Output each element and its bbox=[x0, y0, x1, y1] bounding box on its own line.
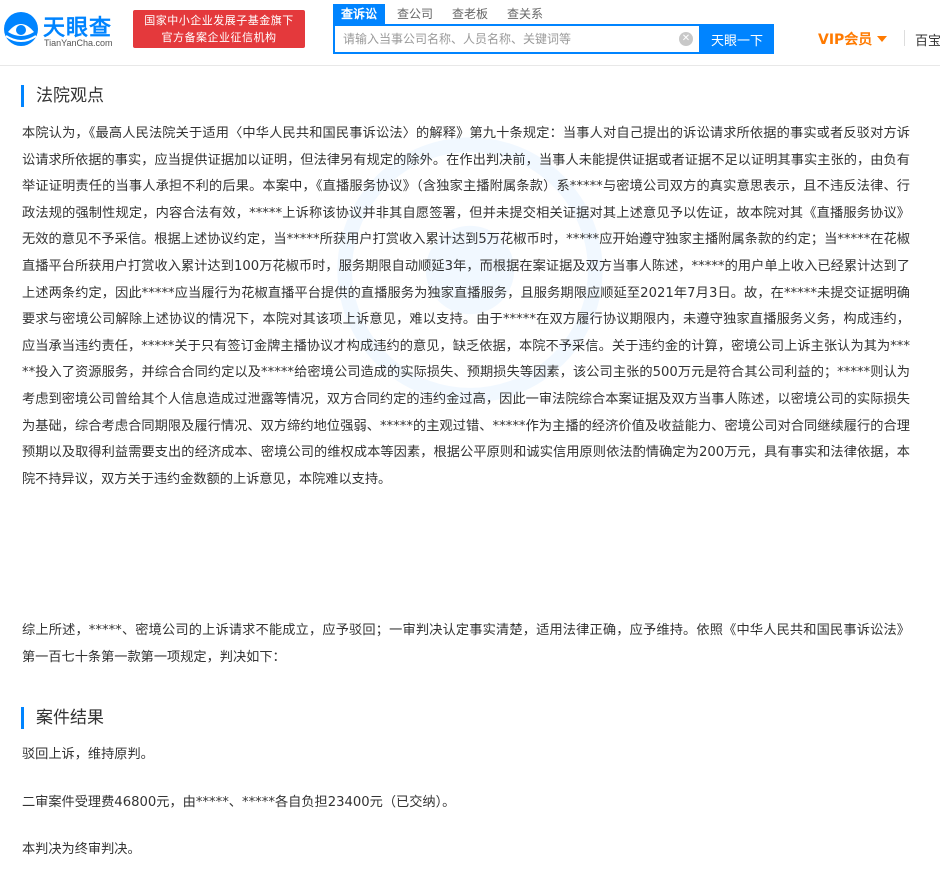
vip-label: VIP会员 bbox=[818, 32, 873, 48]
vip-menu[interactable]: VIP会员 bbox=[818, 29, 888, 49]
tab-boss[interactable]: 查老板 bbox=[452, 4, 488, 24]
section-title-case-result: 案件结果 bbox=[21, 707, 104, 729]
nav-divider bbox=[904, 30, 905, 46]
court-view-paragraph-1: 本院认为，《最高人民法院关于适用〈中华人民共和国民事诉讼法〉的解释》第九十条规定… bbox=[22, 126, 910, 487]
case-result-line-3: 本判决为终审判决。 bbox=[22, 842, 141, 857]
tab-lawsuit[interactable]: 查诉讼 bbox=[333, 4, 386, 24]
logo-domain: TianYanCha.com bbox=[44, 38, 113, 48]
clear-icon[interactable]: ✕ bbox=[679, 32, 693, 46]
top-header: 天眼查 TianYanCha.com 国家中小企业发展子基金旗下 官方备案企业征… bbox=[0, 0, 940, 66]
tab-company[interactable]: 查公司 bbox=[397, 4, 433, 24]
tianyancha-logo[interactable]: 天眼查 TianYanCha.com bbox=[2, 6, 130, 54]
nav-item-baibao[interactable]: 百宝 bbox=[915, 30, 940, 49]
court-view-paragraph-2: 综上所述，*****、密境公司的上诉请求不能成立，应予驳回；一审判决认定事实清楚… bbox=[22, 623, 910, 665]
section-title-court-view: 法院观点 bbox=[21, 85, 104, 107]
search-box: ✕ bbox=[333, 24, 701, 54]
case-result-line-1: 驳回上诉，维持原判。 bbox=[22, 747, 154, 762]
caret-down-icon bbox=[877, 36, 888, 42]
case-result-line-2: 二审案件受理费46800元，由*****、*****各自负担23400元（已交纳… bbox=[22, 795, 456, 810]
badge-line-1: 国家中小企业发展子基金旗下 bbox=[144, 14, 294, 27]
tab-relation[interactable]: 查关系 bbox=[507, 4, 543, 24]
official-badge: 国家中小企业发展子基金旗下 官方备案企业征信机构 bbox=[133, 10, 305, 48]
search-button[interactable]: 天眼一下 bbox=[700, 24, 774, 54]
badge-line-2: 官方备案企业征信机构 bbox=[161, 31, 277, 44]
eye-logo-icon bbox=[4, 12, 38, 46]
search-input[interactable] bbox=[335, 26, 681, 52]
